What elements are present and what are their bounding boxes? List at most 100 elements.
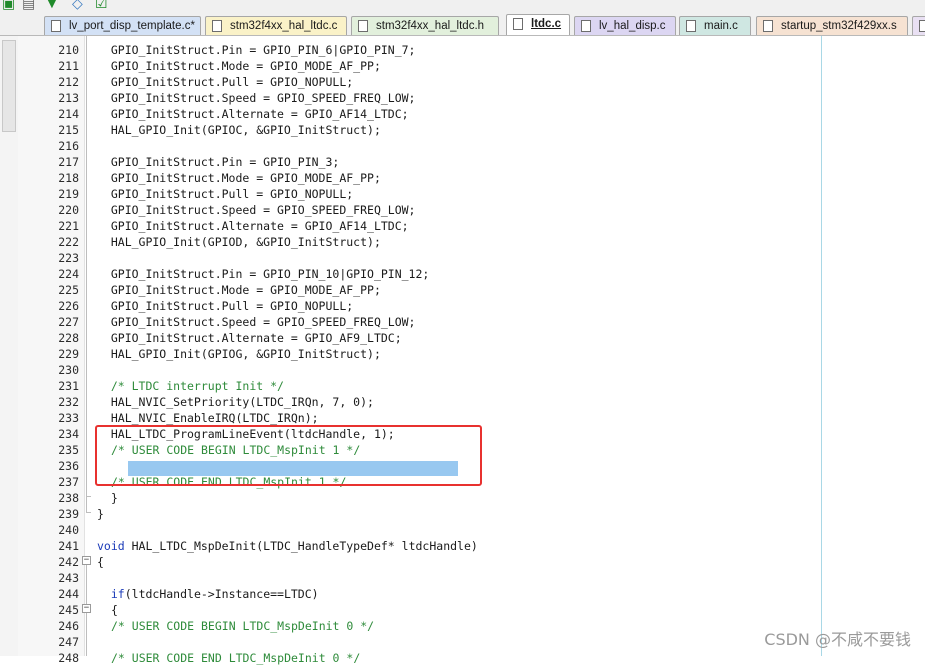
line-number: 225 [58, 283, 79, 297]
line-number: 243 [58, 571, 79, 585]
code-line[interactable]: GPIO_InitStruct.Alternate = GPIO_AF14_LT… [97, 218, 409, 234]
code-line[interactable]: /* USER CODE END LTDC_MspDeInit 0 */ [111, 650, 360, 666]
line-number: 233 [58, 411, 79, 425]
code-line[interactable]: GPIO_InitStruct.Mode = GPIO_MODE_AF_PP; [97, 58, 381, 74]
line-number: 212 [58, 75, 79, 89]
line-number: 227 [58, 315, 79, 329]
file-icon [358, 20, 368, 32]
tab-label: stm32f4xx_hal_ltdc.c [230, 20, 338, 32]
tab-lv-hal-disp-c[interactable]: lv_hal_disp.c [574, 16, 676, 35]
tab-startup-stm32f429xx-s[interactable]: startup_stm32f429xx.s [756, 16, 908, 35]
line-number: 228 [58, 331, 79, 345]
build-icon[interactable]: ▣ [2, 0, 15, 10]
highlight-annotation-box [95, 425, 482, 486]
debug-icon[interactable]: ◇ [72, 0, 83, 10]
tab-stm32f4xx-hal-ltdc-c[interactable]: stm32f4xx_hal_ltdc.c [205, 16, 347, 35]
tab-stm32f4xx-hal-ltdc-h[interactable]: stm32f4xx_hal_ltdc.h [351, 16, 499, 35]
line-number: 242 [58, 555, 79, 569]
code-line[interactable]: GPIO_InitStruct.Mode = GPIO_MODE_AF_PP; [97, 282, 381, 298]
fold-guide [86, 613, 87, 656]
line-number: 211 [58, 59, 79, 73]
code-line[interactable]: HAL_NVIC_EnableIRQ(LTDC_IRQn); [97, 410, 319, 426]
tab-ltdc-c[interactable]: ltdc.c [506, 14, 570, 35]
fold-guide [86, 448, 87, 512]
code-line[interactable]: GPIO_InitStruct.Mode = GPIO_MODE_AF_PP; [97, 170, 381, 186]
tab-main-c[interactable]: main.c [679, 16, 751, 35]
code-editor[interactable]: 210 GPIO_InitStruct.Pin = GPIO_PIN_6|GPI… [0, 36, 925, 665]
code-line[interactable]: HAL_GPIO_Init(GPIOD, &GPIO_InitStruct); [97, 234, 381, 250]
tab-label: main.c [704, 20, 738, 32]
line-number: 247 [58, 635, 79, 649]
code-line[interactable]: GPIO_InitStruct.Alternate = GPIO_AF9_LTD… [97, 330, 402, 346]
code-line[interactable]: HAL_GPIO_Init(GPIOG, &GPIO_InitStruct); [97, 346, 381, 362]
side-scroll-tab[interactable] [2, 40, 16, 132]
line-number: 210 [58, 43, 79, 57]
side-panel-strip [0, 36, 19, 656]
code-line[interactable]: } [111, 490, 118, 506]
code-line[interactable]: { [111, 602, 118, 618]
tab-label: stm32f4xx_hal_ltdc.h [376, 20, 485, 32]
line-number: 231 [58, 379, 79, 393]
line-number: 213 [58, 91, 79, 105]
code-line[interactable]: GPIO_InitStruct.Alternate = GPIO_AF14_LT… [97, 106, 409, 122]
toolbar-icons: ▣ ▤ ▼ ◇ ☑ [0, 0, 115, 10]
fold-guide [86, 36, 87, 448]
code-line[interactable]: GPIO_InitStruct.Speed = GPIO_SPEED_FREQ_… [97, 202, 416, 218]
tab-label: startup_stm32f429xx.s [781, 20, 897, 32]
code-line[interactable]: { [97, 554, 104, 570]
code-line[interactable]: GPIO_InitStruct.Pull = GPIO_NOPULL; [97, 74, 353, 90]
tab-label: lv_port_disp_template.c* [69, 20, 195, 32]
line-number: 220 [58, 203, 79, 217]
line-number: 216 [58, 139, 79, 153]
code-line[interactable]: /* USER CODE BEGIN LTDC_MspDeInit 0 */ [111, 618, 374, 634]
code-line[interactable]: void HAL_LTDC_MspDeInit(LTDC_HandleTypeD… [97, 538, 478, 554]
line-number: 230 [58, 363, 79, 377]
keyword: void [97, 539, 125, 553]
line-number: 226 [58, 299, 79, 313]
file-icon [51, 20, 61, 32]
code-line[interactable]: HAL_NVIC_SetPriority(LTDC_IRQn, 7, 0); [97, 394, 374, 410]
file-icon [763, 20, 773, 32]
file-tab-bar: ▣ ▤ ▼ ◇ ☑ lv_port_disp_template.c* stm32… [0, 0, 925, 36]
stop-icon[interactable]: ▤ [22, 0, 35, 10]
code-line[interactable]: GPIO_InitStruct.Pin = GPIO_PIN_3; [97, 154, 339, 170]
tab-label: ltdc.c [531, 18, 562, 30]
fold-toggle-icon[interactable]: − [82, 556, 91, 565]
code-line[interactable]: GPIO_InitStruct.Speed = GPIO_SPEED_FREQ_… [97, 90, 416, 106]
watermark: CSDN @不咸不要钱 [764, 630, 911, 649]
line-number: 237 [58, 475, 79, 489]
line-number: 248 [58, 651, 79, 665]
code-line[interactable]: if(ltdcHandle->Instance==LTDC) [97, 586, 319, 602]
fold-toggle-icon[interactable]: − [82, 604, 91, 613]
file-icon [919, 20, 925, 32]
line-number: 224 [58, 267, 79, 281]
file-icon [581, 20, 591, 32]
tab-overflow[interactable] [912, 16, 925, 35]
keyword: if [110, 587, 125, 601]
file-icon [686, 20, 696, 32]
code-line[interactable]: } [97, 506, 104, 522]
line-number: 246 [58, 619, 79, 633]
line-number: 245 [58, 603, 79, 617]
tab-lv-port-disp-template[interactable]: lv_port_disp_template.c* [44, 16, 201, 35]
code-line[interactable]: GPIO_InitStruct.Speed = GPIO_SPEED_FREQ_… [97, 314, 416, 330]
code-line[interactable]: GPIO_InitStruct.Pin = GPIO_PIN_10|GPIO_P… [97, 266, 430, 282]
line-number: 241 [58, 539, 79, 553]
line-number: 234 [58, 427, 79, 441]
tab-label: lv_hal_disp.c [599, 20, 666, 32]
line-number: 238 [58, 491, 79, 505]
code-line[interactable]: /* LTDC interrupt Init */ [97, 378, 284, 394]
line-number: 217 [58, 155, 79, 169]
file-icon [513, 18, 523, 30]
line-number: 214 [58, 107, 79, 121]
line-number: 219 [58, 187, 79, 201]
line-number: 223 [58, 251, 79, 265]
check-icon[interactable]: ☑ [95, 0, 108, 10]
code-line[interactable]: GPIO_InitStruct.Pull = GPIO_NOPULL; [97, 298, 353, 314]
code-line[interactable]: HAL_GPIO_Init(GPIOC, &GPIO_InitStruct); [97, 122, 381, 138]
line-number: 235 [58, 443, 79, 457]
code-line[interactable]: GPIO_InitStruct.Pull = GPIO_NOPULL; [97, 186, 353, 202]
download-icon[interactable]: ▼ [45, 0, 59, 10]
code-line[interactable]: GPIO_InitStruct.Pin = GPIO_PIN_6|GPIO_PI… [97, 42, 416, 58]
line-number: 221 [58, 219, 79, 233]
